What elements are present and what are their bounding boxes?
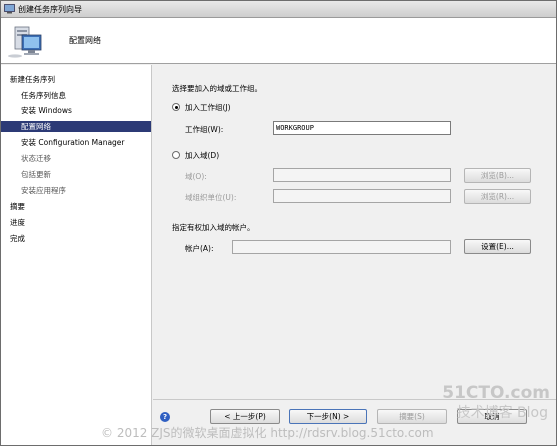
domain-radio[interactable]	[172, 151, 180, 159]
watermark-site: 51CTO.com	[442, 383, 550, 403]
step-progress: 进度	[10, 218, 25, 227]
workgroup-radio[interactable]	[172, 103, 180, 111]
account-set-button[interactable]: 设置(E)...	[464, 239, 531, 254]
step-install-applications: 安装应用程序	[21, 186, 66, 195]
step-install-windows: 安装 Windows	[21, 106, 72, 115]
wizard-header: 配置网络	[1, 18, 556, 64]
step-install-configmgr: 安装 Configuration Manager	[21, 138, 125, 147]
window-title: 创建任务序列向导	[18, 5, 82, 14]
computer-network-icon	[8, 26, 42, 58]
back-button[interactable]: < 上一步(P)	[210, 409, 280, 424]
next-button[interactable]: 下一步(N) >	[289, 409, 367, 424]
account-input	[232, 240, 451, 254]
join-prompt: 选择要加入的域或工作组。	[172, 84, 262, 93]
domain-radio-label[interactable]: 加入域(D)	[185, 150, 219, 161]
step-new-task-sequence: 新建任务序列	[10, 75, 55, 84]
domain-browse-button[interactable]: 浏览(B)...	[464, 168, 531, 183]
summary-button[interactable]: 摘要(S)	[377, 409, 447, 424]
account-label: 帐户(A):	[185, 244, 214, 253]
step-task-sequence-info: 任务序列信息	[21, 91, 66, 100]
ou-label: 域组织单位(U):	[185, 193, 237, 202]
help-icon[interactable]: ?	[160, 412, 170, 422]
workgroup-radio-label[interactable]: 加入工作组(J)	[185, 102, 231, 113]
workgroup-label: 工作组(W):	[185, 125, 224, 134]
ou-input[interactable]	[273, 189, 451, 203]
watermark-credit: © 2012 ZJS的微软桌面虚拟化 http://rdsrv.blog.51c…	[101, 426, 434, 440]
domain-input[interactable]	[273, 168, 451, 182]
wizard-app-icon	[4, 4, 15, 14]
step-configure-network: 配置网络	[1, 121, 151, 132]
ou-browse-button[interactable]: 浏览(R)...	[464, 189, 531, 204]
step-state-migration: 状态迁移	[21, 154, 51, 163]
page-title: 配置网络	[69, 36, 101, 45]
workgroup-input[interactable]: WORKGROUP	[273, 121, 451, 135]
domain-label: 域(O):	[185, 172, 207, 181]
wizard-steps-sidebar: 新建任务序列 任务序列信息 安装 Windows 配置网络 安装 Configu…	[1, 65, 152, 445]
step-include-updates: 包括更新	[21, 170, 51, 179]
account-prompt: 指定有权加入域的帐户。	[172, 223, 255, 232]
step-complete: 完成	[10, 234, 25, 243]
title-bar[interactable]: 创建任务序列向导	[1, 1, 556, 18]
wizard-window: 创建任务序列向导 配置网络 新建任务序列 任务序列信息 安装 Windows 配…	[0, 0, 557, 446]
wizard-content: 选择要加入的域或工作组。 加入工作组(J) 工作组(W): WORKGROUP …	[153, 65, 556, 404]
watermark-tag: 技术博客 Blog	[456, 405, 548, 421]
step-summary: 摘要	[10, 202, 25, 211]
